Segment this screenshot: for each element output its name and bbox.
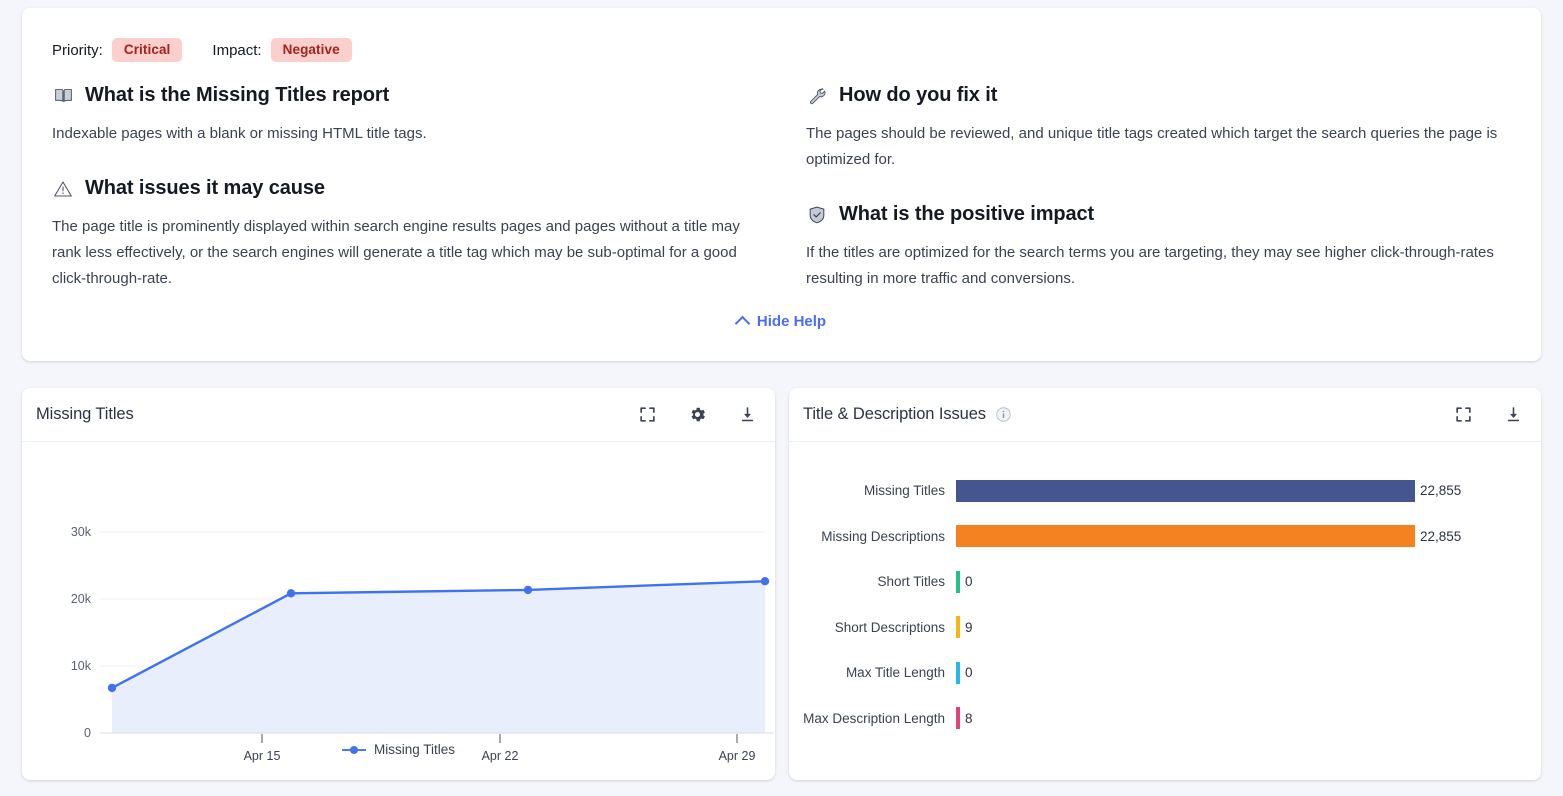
help-heading-text: What issues it may cause [85,177,325,200]
info-icon[interactable] [995,406,1012,423]
bar-row: Max Title Length 0 [789,650,1541,696]
card-title-text: Missing Titles [36,405,134,424]
bar-max-title-length [956,662,960,684]
expand-icon[interactable] [637,405,657,425]
bar-label: Short Titles [789,574,956,589]
bar-missing-titles [956,480,1415,502]
card-title: Title & Description Issues [803,405,1012,424]
bar-label: Max Description Length [789,711,956,726]
svg-text:20k: 20k [71,592,92,606]
bar-label: Missing Titles [789,483,956,498]
download-icon[interactable] [737,405,757,425]
help-body-issues: The page title is prominently displayed … [52,214,752,292]
area-fill [112,581,765,733]
line-chart: 30k 20k 10k 0 [22,442,775,779]
open-book-icon [52,85,74,107]
impact-badge: Negative [271,38,352,62]
hide-help-label: Hide Help [757,313,826,330]
help-column-left: What is the Missing Titles report Indexa… [52,84,762,292]
missing-titles-card: Missing Titles [22,388,775,780]
bar-track: 0 [956,650,1541,696]
help-heading-text: What is the Missing Titles report [85,84,389,107]
bar-value: 9 [965,620,973,635]
help-heading-issues: What issues it may cause [52,177,762,200]
svg-text:10k: 10k [71,659,92,673]
help-panel: Priority: Critical Impact: Negative W [22,8,1541,361]
help-body-how-to-fix: The pages should be reviewed, and unique… [806,121,1506,173]
bar-track: 22,855 [956,514,1541,560]
help-column-right: How do you fix it The pages should be re… [806,84,1506,292]
bar-track: 9 [956,605,1541,651]
title-description-issues-card: Title & Description Issues [789,388,1541,780]
download-icon[interactable] [1503,405,1523,425]
warning-triangle-icon [52,178,74,200]
gear-icon[interactable] [687,405,707,425]
hide-help-button[interactable]: Hide Help [22,313,1541,330]
bar-max-description-length [956,707,960,729]
help-body-what-is-report: Indexable pages with a blank or missing … [52,121,752,147]
help-body-positive-impact: If the titles are optimized for the sear… [806,240,1506,292]
bar-label: Short Descriptions [789,620,956,635]
y-axis-labels: 30k 20k 10k 0 [71,525,92,740]
priority-label: Priority: [52,42,103,59]
bar-row: Max Description Length 8 [789,696,1541,742]
help-columns: What is the Missing Titles report Indexa… [52,84,1512,292]
help-heading-text: How do you fix it [839,84,997,107]
bar-row: Missing Descriptions 22,855 [789,514,1541,560]
legend-marker-icon [342,745,366,755]
chart-legend: Missing Titles [22,742,775,757]
help-heading-positive-impact: What is the positive impact [806,203,1506,226]
bar-value: 22,855 [1420,483,1461,498]
expand-icon[interactable] [1453,405,1473,425]
help-heading-how-to-fix: How do you fix it [806,84,1506,107]
card-header-actions [1453,405,1523,425]
bar-track: 0 [956,559,1541,605]
bar-label: Max Title Length [789,665,956,680]
chevron-up-icon [735,316,751,332]
page-root: Priority: Critical Impact: Negative W [0,0,1563,796]
bar-track: 8 [956,696,1541,742]
bar-value: 0 [965,665,973,680]
bar-track: 22,855 [956,468,1541,514]
card-header: Missing Titles [22,388,775,442]
help-heading-text: What is the positive impact [839,203,1094,226]
bar-row: Short Titles 0 [789,559,1541,605]
bar-value: 22,855 [1420,529,1461,544]
bar-value: 8 [965,711,973,726]
card-header-actions [637,405,757,425]
card-title: Missing Titles [36,405,134,424]
bar-label: Missing Descriptions [789,529,956,544]
bar-chart: Missing Titles 22,855 Missing Descriptio… [789,442,1541,741]
line-chart-svg: 30k 20k 10k 0 [22,442,775,779]
bar-short-titles [956,571,960,593]
meta-row: Priority: Critical Impact: Negative [52,38,352,62]
svg-text:0: 0 [84,726,91,740]
help-heading-what-is-report: What is the Missing Titles report [52,84,762,107]
card-header: Title & Description Issues [789,388,1541,442]
wrench-icon [806,85,828,107]
svg-text:30k: 30k [71,525,92,539]
bar-value: 0 [965,574,973,589]
legend-label: Missing Titles [374,742,455,757]
impact-label: Impact: [212,42,261,59]
bar-row: Missing Titles 22,855 [789,468,1541,514]
shield-check-icon [806,204,828,226]
bar-missing-descriptions [956,525,1415,547]
bar-row: Short Descriptions 9 [789,605,1541,651]
priority-badge: Critical [112,38,183,62]
bar-short-descriptions [956,616,960,638]
card-title-text: Title & Description Issues [803,405,986,424]
